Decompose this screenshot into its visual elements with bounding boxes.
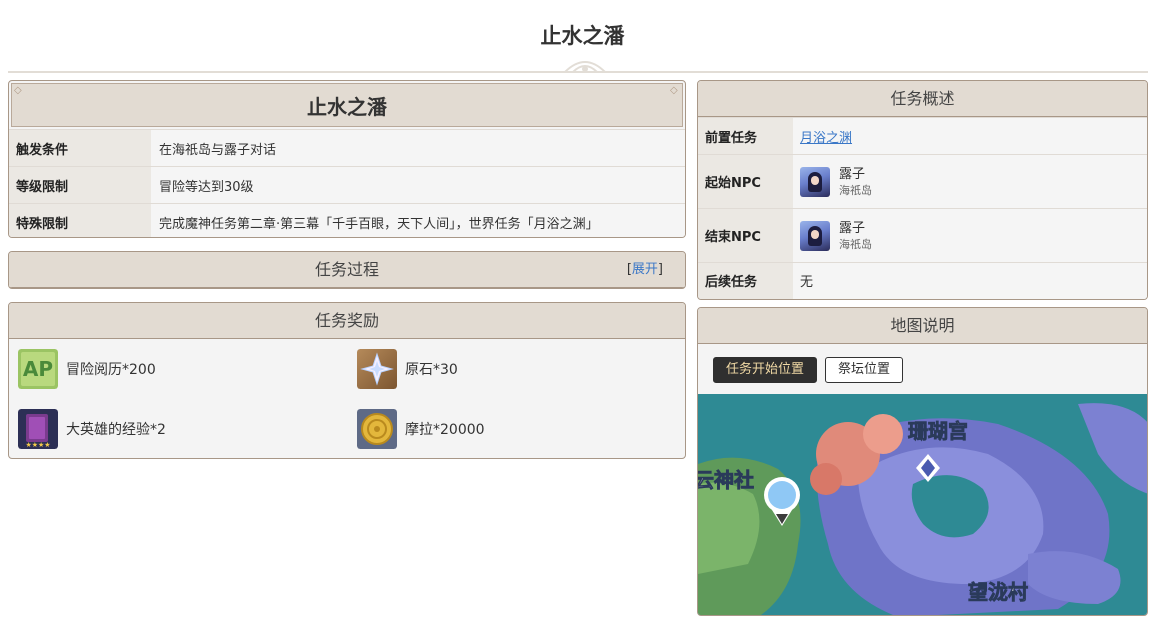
quest-map[interactable]: 珊瑚宫 云神社 望泷村: [698, 394, 1148, 616]
table-row: 等级限制 冒险等达到30级: [9, 166, 685, 204]
map-title: 地图说明: [890, 316, 955, 335]
reward-item[interactable]: 摩拉*20000: [357, 409, 485, 449]
reward-label: 冒险阅历*200: [66, 362, 156, 378]
summary-header: 任务概述: [698, 81, 1147, 117]
table-row: 后续任务 无: [698, 262, 1147, 299]
npc-location: 海祇岛: [839, 183, 872, 197]
title-divider: [8, 61, 1148, 78]
row-key: 触发条件: [9, 129, 151, 167]
summary-title: 任务概述: [890, 89, 955, 108]
row-key: 结束NPC: [698, 208, 793, 263]
map-label-village: 望泷村: [968, 580, 1028, 604]
primogem-icon: [357, 349, 397, 389]
tab-altar-location[interactable]: 祭坛位置: [825, 357, 904, 383]
quest-process-title: 任务过程: [314, 260, 379, 279]
npc-avatar: [800, 166, 830, 197]
row-key: 前置任务: [698, 117, 793, 155]
bracket-close: ]: [657, 262, 663, 277]
row-key: 后续任务: [698, 262, 793, 299]
npc-name: 露子: [839, 220, 866, 236]
prereq-quest-link[interactable]: 月浴之渊: [800, 131, 852, 146]
corner-ornament-icon: ◇: [670, 85, 678, 96]
svg-text:AP: AP: [23, 357, 53, 381]
table-row: 触发条件 在海祇岛与露子对话: [9, 129, 685, 167]
map-label-shrine: 云神社: [698, 468, 754, 492]
npc-name: 露子: [839, 166, 866, 182]
row-value: 月浴之渊: [793, 117, 1147, 155]
table-row: 特殊限制 完成魔神任务第二章·第三幕「千手百眼，天下人间」，世界任务「月浴之渊」: [9, 203, 685, 237]
mora-icon: [357, 409, 397, 449]
start-npc[interactable]: 露子 海祇岛: [800, 166, 1147, 198]
row-value: 在海祇岛与露子对话: [151, 129, 685, 167]
summary-table: 前置任务 月浴之渊 起始NPC 露子 海祇岛 结束NPC 露子 海祇岛 后续任务…: [698, 117, 1147, 299]
svg-text:★★★★: ★★★★: [25, 441, 50, 449]
map-label-coral-palace: 珊瑚宫: [908, 419, 968, 443]
rewards-title: 任务奖励: [314, 311, 379, 330]
map-panel: 地图说明 任务开始位置 祭坛位置 珊瑚宫 云神社 望泷村: [697, 307, 1148, 616]
npc-location: 海祇岛: [839, 237, 872, 251]
end-npc[interactable]: 露子 海祇岛: [800, 220, 1147, 252]
reward-item[interactable]: ★★★★ 大英雄的经验*2: [18, 409, 166, 449]
row-value: 露子 海祇岛: [793, 154, 1147, 209]
quest-info-title: 止水之潘: [307, 94, 387, 119]
row-value: 无: [793, 262, 1147, 299]
map-header: 地图说明: [698, 308, 1147, 344]
corner-ornament-icon: ◇: [14, 85, 22, 96]
table-row: 起始NPC 露子 海祇岛: [698, 154, 1147, 209]
row-value: 完成魔神任务第二章·第三幕「千手百眼，天下人间」，世界任务「月浴之渊」: [151, 203, 685, 237]
map-tabs: 任务开始位置 祭坛位置: [713, 357, 904, 383]
adventure-exp-icon: AP: [18, 349, 58, 389]
quest-rewards-panel: 任务奖励 AP 冒险阅历*200 原石*30 ★★★★ 大英雄的经验*2 摩拉*…: [8, 302, 686, 459]
quest-info-panel: ◇ ◇ 止水之潘 触发条件 在海祇岛与露子对话 等级限制 冒险等达到30级 特殊…: [8, 80, 686, 238]
rewards-header: 任务奖励: [9, 303, 685, 339]
quest-info-table: 触发条件 在海祇岛与露子对话 等级限制 冒险等达到30级 特殊限制 完成魔神任务…: [9, 129, 685, 237]
npc-avatar: [800, 220, 830, 251]
heros-wit-icon: ★★★★: [18, 409, 58, 449]
row-key: 等级限制: [9, 166, 151, 204]
table-row: 前置任务 月浴之渊: [698, 117, 1147, 155]
expand-link[interactable]: 展开: [632, 262, 658, 277]
page-title: 止水之潘: [540, 24, 625, 48]
quest-summary-panel: 任务概述 前置任务 月浴之渊 起始NPC 露子 海祇岛 结束NPC 露子 海祇岛…: [697, 80, 1148, 300]
reward-label: 大英雄的经验*2: [66, 422, 166, 438]
quest-process-header: 任务过程 [展开]: [9, 252, 685, 288]
tab-start-location[interactable]: 任务开始位置: [713, 357, 818, 383]
quest-process-panel: 任务过程 [展开]: [8, 251, 686, 289]
table-row: 结束NPC 露子 海祇岛: [698, 208, 1147, 263]
row-key: 特殊限制: [9, 203, 151, 237]
reward-item[interactable]: 原石*30: [357, 349, 458, 389]
row-value: 冒险等达到30级: [151, 166, 685, 204]
ornament-icon: [564, 61, 606, 73]
reward-label: 摩拉*20000: [405, 422, 485, 438]
reward-item[interactable]: AP 冒险阅历*200: [18, 349, 156, 389]
quest-info-header: ◇ ◇ 止水之潘: [11, 83, 683, 127]
row-key: 起始NPC: [698, 154, 793, 209]
row-value: 露子 海祇岛: [793, 208, 1147, 263]
reward-label: 原石*30: [405, 362, 458, 378]
expand-toggle: [展开]: [627, 252, 663, 288]
